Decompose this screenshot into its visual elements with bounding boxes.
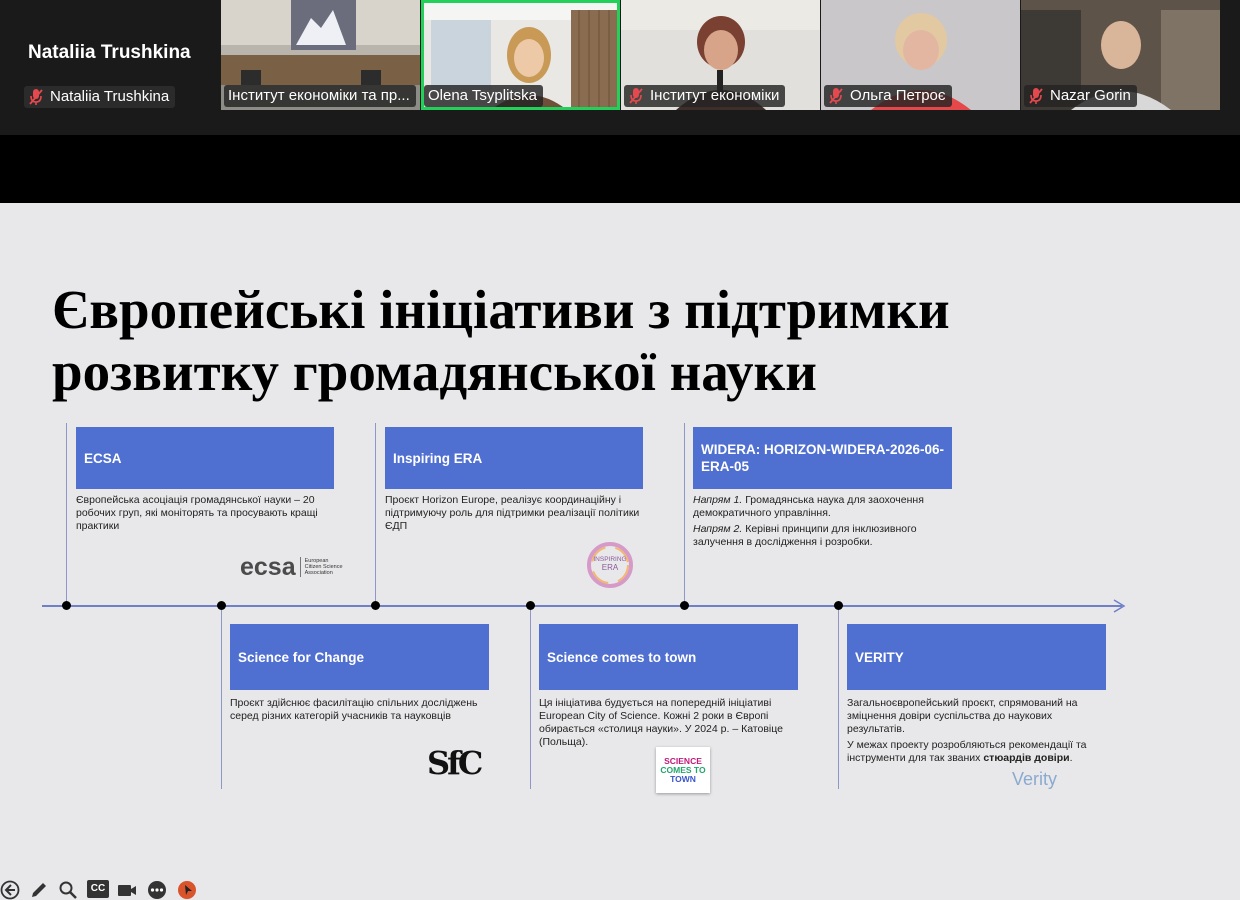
slide-title: Європейські ініціативи з підтримки розви… — [52, 279, 1172, 403]
participant-strip: Nataliia Trushkina Nataliia Trushkina Ін… — [0, 0, 1240, 135]
captions-icon[interactable]: CC — [87, 880, 109, 898]
connector-widera — [684, 423, 685, 606]
sct-logo: SCIENCE COMES TO TOWN — [656, 747, 710, 793]
self-tile[interactable]: Nataliia Trushkina Nataliia Trushkina — [0, 0, 220, 110]
timeline-dot — [371, 601, 380, 610]
ecsa-logo: ecsa European Citizen Science Associatio… — [240, 553, 365, 581]
meeting-window: Nataliia Trushkina Nataliia Trushkina Ін… — [0, 0, 1240, 900]
sfc-logo: SfC — [427, 744, 483, 782]
sct-logo-line: TOWN — [670, 773, 696, 784]
back-arrow-icon[interactable] — [0, 880, 20, 900]
participant-tile-5[interactable]: Nazar Gorin — [1021, 0, 1220, 110]
letterbox-band — [0, 135, 1240, 203]
camera-icon[interactable] — [117, 880, 137, 900]
slide-title-line-1: Європейські ініціативи з підтримки — [52, 279, 950, 340]
presentation-toolbar: CC — [0, 878, 200, 900]
muted-mic-icon — [1029, 88, 1043, 104]
connector-sct — [530, 606, 531, 789]
participant-name-tag: Nazar Gorin — [1024, 85, 1137, 107]
era-logo-line: ERA — [601, 563, 619, 572]
ecsa-logo-subtitle: European Citizen Science Association — [305, 558, 343, 576]
inspiring-era-logo: INSPIRING ERA — [584, 539, 636, 591]
direction-label: Напрям 2. — [693, 523, 743, 535]
direction-label: Напрям 1. — [693, 494, 743, 506]
timeline-dot — [62, 601, 71, 610]
connector-sfc — [221, 606, 222, 789]
timeline-dot — [526, 601, 535, 610]
sct-description: Ця ініціатива будується на попередній ін… — [539, 697, 783, 748]
verity-description: Загальноєвропейський проєкт, спрямований… — [847, 697, 1109, 768]
connector-era — [375, 423, 376, 606]
participant-name-tag: Інститут економіки та пр... — [224, 85, 416, 107]
ecsa-heading: ECSA — [76, 427, 334, 489]
participant-name-tag: Інститут економіки — [624, 85, 786, 107]
sct-heading: Science comes to town — [539, 624, 798, 690]
muted-mic-icon — [629, 88, 643, 104]
verity-heading: VERITY — [847, 624, 1106, 690]
ecsa-sub-line: Association — [304, 570, 333, 576]
self-display-name: Nataliia Trushkina — [28, 42, 191, 63]
participant-tile-1[interactable]: Інститут економіки та пр... — [221, 0, 420, 110]
widera-description: Напрям 1. Громадянська наука для заохоче… — [693, 494, 955, 552]
pen-icon[interactable] — [29, 880, 49, 900]
timeline-dot — [217, 601, 226, 610]
ecsa-description: Європейська асоціація громадянської наук… — [76, 494, 318, 532]
participant-name: Olena Tsyplitska — [428, 87, 537, 104]
widera-direction-2: Напрям 2. Керівні принципи для інклюзивн… — [693, 523, 955, 549]
connector-ecsa — [66, 423, 67, 606]
participant-name-tag: Ольга Петроє — [824, 85, 952, 107]
participant-tile-2-active[interactable]: Olena Tsyplitska — [421, 0, 620, 110]
participant-name: Інститут економіки — [650, 87, 780, 104]
participant-name-tag: Olena Tsyplitska — [424, 85, 543, 107]
ecsa-logo-word: ecsa — [240, 552, 296, 581]
ecsa-logo-divider — [299, 557, 301, 577]
timeline-dot — [680, 601, 689, 610]
pointer-icon[interactable] — [177, 880, 197, 900]
shared-slide: Європейські ініціативи з підтримки розви… — [0, 203, 1240, 900]
timeline-arrow-icon — [1113, 599, 1126, 613]
verity-text-2: У межах проекту розробляються рекомендац… — [847, 739, 1109, 765]
muted-mic-icon — [29, 89, 43, 105]
era-description: Проєкт Horizon Europe, реалізує координа… — [385, 494, 640, 532]
slide-title-line-2: розвитку громадянської науки — [52, 341, 817, 402]
sfc-heading: Science for Change — [230, 624, 489, 690]
era-logo-text: INSPIRING ERA — [584, 556, 636, 572]
muted-mic-icon — [829, 88, 843, 104]
participant-name: Інститут економіки та пр... — [228, 87, 410, 104]
participant-tile-4[interactable]: Ольга Петроє — [821, 0, 1020, 110]
more-icon[interactable] — [147, 880, 167, 900]
sfc-description: Проєкт здійснює фасилітацію спільних дос… — [230, 697, 478, 722]
widera-direction-1: Напрям 1. Громадянська наука для заохоче… — [693, 494, 955, 520]
self-name-tag: Nataliia Trushkina — [24, 86, 176, 108]
widera-heading: WIDERA: HORIZON-WIDERA-2026-06-ERA-05 — [693, 427, 952, 489]
participant-name: Nazar Gorin — [1050, 87, 1131, 104]
verity-text-bold: стюардів довіри — [983, 752, 1070, 764]
verity-text-1: Загальноєвропейський проєкт, спрямований… — [847, 697, 1078, 735]
zoom-icon[interactable] — [58, 880, 78, 900]
verity-text-part: . — [1069, 752, 1073, 764]
connector-verity — [838, 606, 839, 789]
self-name-label: Nataliia Trushkina — [50, 88, 170, 105]
timeline-dot — [834, 601, 843, 610]
participant-name: Ольга Петроє — [850, 87, 946, 104]
timeline-axis — [42, 605, 1122, 607]
era-heading: Inspiring ERA — [385, 427, 643, 489]
participant-tile-3[interactable]: Інститут економіки — [621, 0, 820, 110]
verity-logo: Verity — [1012, 769, 1058, 789]
